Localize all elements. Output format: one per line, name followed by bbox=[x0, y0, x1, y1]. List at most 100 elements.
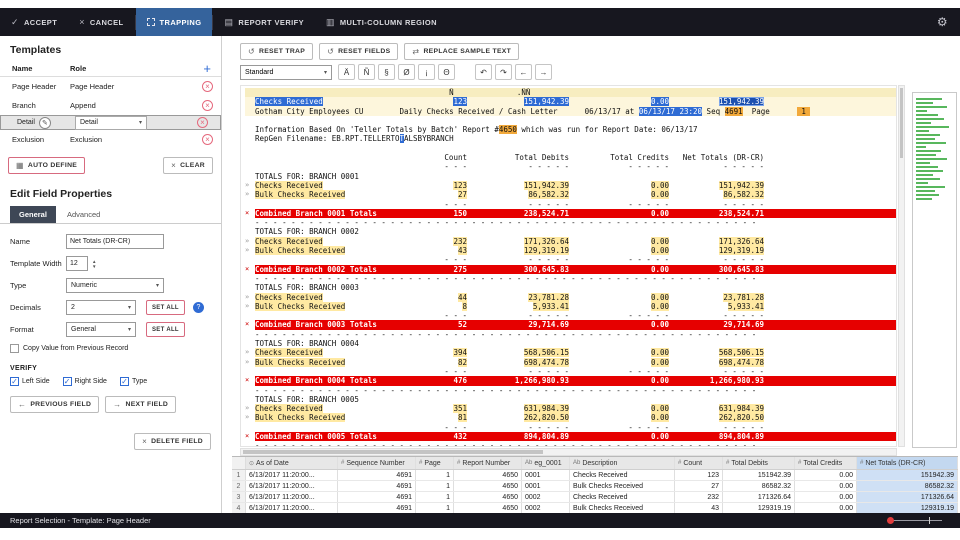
field-highlight[interactable]: 0.00 bbox=[651, 97, 669, 106]
field-highlight[interactable]: Checks Received bbox=[255, 404, 323, 413]
combined-total-row[interactable]: ×Combined Branch 0001 Totals150238,524.7… bbox=[245, 209, 896, 218]
trap-char-button[interactable]: Ñ bbox=[358, 64, 375, 80]
grid-column-header[interactable]: #Report Number bbox=[454, 457, 522, 469]
field-highlight[interactable]: 0.00 bbox=[651, 358, 669, 367]
trap-char-button[interactable]: Ø bbox=[398, 64, 415, 80]
scrollbar-thumb[interactable] bbox=[243, 450, 543, 454]
field-highlight[interactable]: 0.00 bbox=[651, 190, 669, 199]
format-set-all-button[interactable]: SET ALL bbox=[146, 322, 185, 337]
separator-line[interactable]: - - -- - - - -- - - - -- - - - - bbox=[245, 367, 896, 376]
type-select[interactable]: Numeric ▾ bbox=[66, 278, 164, 293]
zoom-slider[interactable] bbox=[887, 517, 942, 525]
field-highlight[interactable]: 129,319.19 bbox=[524, 246, 569, 255]
reset-trap-button[interactable]: ↺ RESET TRAP bbox=[240, 43, 313, 60]
detail-row[interactable]: »Bulk Checks Received2786,582.320.0086,5… bbox=[245, 190, 896, 199]
field-highlight[interactable]: Bulk Checks Received bbox=[255, 246, 345, 255]
trap-preset-select[interactable]: Standard ▾ bbox=[240, 65, 332, 80]
edit-template-icon[interactable]: ✎ bbox=[39, 117, 51, 129]
auto-define-button[interactable]: ▦ AUTO DEFINE bbox=[8, 157, 85, 174]
field-highlight[interactable]: 0.00 bbox=[651, 237, 669, 246]
trap-nav-button[interactable]: ↷ bbox=[495, 64, 512, 80]
verify-checkbox[interactable]: ✓Type bbox=[120, 377, 147, 386]
field-highlight[interactable]: 631,984.39 bbox=[719, 404, 764, 413]
help-icon[interactable]: ? bbox=[193, 302, 204, 313]
scrollbar-thumb[interactable] bbox=[900, 88, 903, 158]
decimals-select[interactable]: 2 ▾ bbox=[66, 300, 136, 315]
verify-checkbox[interactable]: ✓Right Side bbox=[63, 377, 107, 386]
field-highlight[interactable]: 23,781.28 bbox=[723, 293, 764, 302]
filename-line[interactable]: RepGen Filename: EB.RPT.TELLERTOTALSBYBR… bbox=[245, 134, 896, 143]
grid-column-header[interactable]: AbDescription bbox=[570, 457, 675, 469]
slider-knob[interactable] bbox=[887, 517, 894, 524]
field-highlight[interactable]: 86,582.32 bbox=[723, 190, 764, 199]
gear-icon[interactable]: ⚙ bbox=[937, 15, 948, 29]
info-line[interactable]: Information Based On 'Teller Totals by B… bbox=[245, 125, 896, 134]
field-highlight[interactable]: 123 bbox=[453, 97, 467, 106]
report-column-header[interactable]: CountTotal DebitsTotal CreditsNet Totals… bbox=[245, 153, 896, 162]
field-highlight[interactable]: 262,820.50 bbox=[524, 413, 569, 422]
separator-line[interactable]: - - - - - - - - - - - - - - - - - - - - … bbox=[245, 386, 896, 395]
field-highlight[interactable]: 27 bbox=[458, 190, 467, 199]
grid-column-header[interactable]: ⊙As of Date bbox=[246, 457, 338, 469]
field-highlight[interactable]: Checks Received bbox=[255, 237, 323, 246]
field-highlight[interactable]: 43 bbox=[458, 246, 467, 255]
combined-total-row[interactable]: ×Combined Branch 0002 Totals275300,645.8… bbox=[245, 265, 896, 274]
grid-column-header[interactable]: #Sequence Number bbox=[338, 457, 416, 469]
next-field-button[interactable]: → NEXT FIELD bbox=[105, 396, 176, 413]
grid-column-header[interactable]: #Page bbox=[416, 457, 454, 469]
field-highlight[interactable]: 698,474.78 bbox=[524, 358, 569, 367]
field-highlight[interactable]: 0.00 bbox=[651, 413, 669, 422]
field-highlight[interactable]: 123 bbox=[453, 181, 467, 190]
field-highlight[interactable]: 82 bbox=[458, 358, 467, 367]
detail-row[interactable]: »Checks Received123151,942.390.00151,942… bbox=[245, 181, 896, 190]
detail-row[interactable]: »Checks Received351631,984.390.00631,984… bbox=[245, 404, 896, 413]
field-highlight[interactable]: 0.00 bbox=[651, 348, 669, 357]
report-minimap[interactable] bbox=[912, 92, 957, 448]
totals-for-line[interactable]: TOTALS FOR: BRANCH 0001 bbox=[245, 172, 896, 181]
field-highlight[interactable]: 5,933.41 bbox=[533, 302, 569, 311]
remove-template-icon[interactable]: × bbox=[202, 134, 213, 145]
report-verify-button[interactable]: ▤ REPORT VERIFY bbox=[213, 8, 315, 36]
field-highlight[interactable]: Bulk Checks Received bbox=[255, 190, 345, 199]
grid-column-header[interactable]: #Total Debits bbox=[723, 457, 795, 469]
field-highlight[interactable]: 5,933.41 bbox=[728, 302, 764, 311]
template-row[interactable]: BranchAppend× bbox=[0, 96, 221, 115]
tab-advanced[interactable]: Advanced bbox=[58, 206, 109, 223]
separator-line[interactable]: - - -- - - - -- - - - -- - - - - bbox=[245, 311, 896, 320]
sample-field-row[interactable]: Checks Received123151,942.390.00151,942.… bbox=[245, 97, 896, 106]
reset-fields-button[interactable]: ↺ RESET FIELDS bbox=[319, 43, 398, 60]
detail-row[interactable]: »Bulk Checks Received85,933.410.005,933.… bbox=[245, 302, 896, 311]
detail-row[interactable]: »Checks Received4423,781.280.0023,781.28 bbox=[245, 293, 896, 302]
totals-for-line[interactable]: TOTALS FOR: BRANCH 0004 bbox=[245, 339, 896, 348]
template-row[interactable]: Detail✎Detail▾× bbox=[0, 115, 221, 130]
add-template-icon[interactable]: + bbox=[203, 61, 211, 76]
grid-column-header[interactable]: #Total Credits bbox=[795, 457, 857, 469]
totals-for-line[interactable]: TOTALS FOR: BRANCH 0002 bbox=[245, 227, 896, 236]
grid-column-header[interactable]: Abeg_0001 bbox=[522, 457, 570, 469]
combined-total-row[interactable]: ×Combined Branch 0004 Totals4761,266,980… bbox=[245, 376, 896, 385]
trap-char-button[interactable]: Ä bbox=[338, 64, 355, 80]
page-header-line[interactable]: Gotham City Employees CU Daily Checks Re… bbox=[245, 107, 896, 116]
combined-total-row[interactable]: ×Combined Branch 0003 Totals5229,714.690… bbox=[245, 320, 896, 329]
field-highlight[interactable]: Bulk Checks Received bbox=[255, 358, 345, 367]
trap-nav-button[interactable]: ← bbox=[515, 64, 532, 80]
trap-nav-button[interactable]: → bbox=[535, 64, 552, 80]
detail-row[interactable]: »Checks Received232171,326.640.00171,326… bbox=[245, 237, 896, 246]
field-highlight[interactable]: 4691 bbox=[725, 107, 743, 116]
detail-row[interactable]: »Bulk Checks Received82698,474.780.00698… bbox=[245, 358, 896, 367]
separator-line[interactable]: - - - - - - - - - - - - - - - - - - - - … bbox=[245, 330, 896, 339]
blank-line[interactable] bbox=[245, 144, 896, 153]
field-highlight[interactable]: 86,582.32 bbox=[528, 190, 569, 199]
decimals-set-all-button[interactable]: SET ALL bbox=[146, 300, 185, 315]
field-highlight[interactable]: 4650 bbox=[499, 125, 517, 134]
field-highlight[interactable]: 171,326.64 bbox=[719, 237, 764, 246]
field-highlight[interactable]: Checks Received bbox=[255, 293, 323, 302]
remove-template-icon[interactable]: × bbox=[197, 117, 208, 128]
field-highlight[interactable]: 0.00 bbox=[651, 302, 669, 311]
field-highlight[interactable]: 351 bbox=[453, 404, 467, 413]
field-highlight[interactable]: Bulk Checks Received bbox=[255, 302, 345, 311]
field-highlight[interactable]: Checks Received bbox=[255, 348, 323, 357]
field-highlight[interactable]: 44 bbox=[458, 293, 467, 302]
trap-char-button[interactable]: § bbox=[378, 64, 395, 80]
separator-line[interactable]: - - -- - - - -- - - - -- - - - - bbox=[245, 162, 896, 171]
